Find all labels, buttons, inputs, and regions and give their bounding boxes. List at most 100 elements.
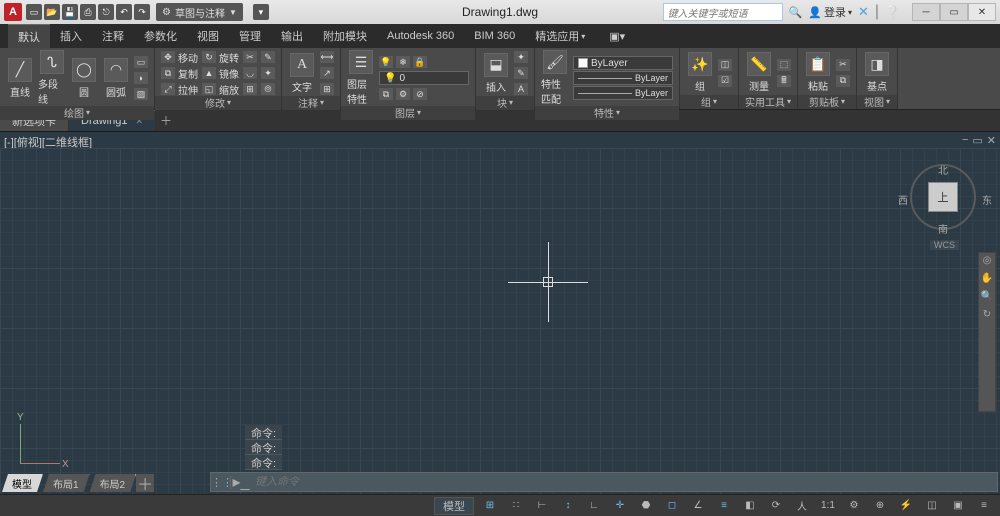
offset-button[interactable]: ⦾ [261,82,275,96]
panel-clip-label[interactable]: 剪贴板▾ [798,95,856,109]
undo-icon[interactable]: ↶ [116,4,132,20]
explode-button[interactable]: ✦ [261,66,275,80]
panel-anno-label[interactable]: 注释▾ [282,96,340,110]
drawing-area[interactable]: [-][俯视][二维线框] − ▭ ✕ Y X 北 南 西 东 上 WCS ◎ … [0,132,1000,494]
wcs-label[interactable]: WCS [930,240,959,250]
move-button[interactable]: ✥移动 [161,50,198,64]
text-button[interactable]: A文字 [288,53,316,94]
help-search[interactable]: 键入关键字或短语 [663,3,783,21]
scale-display[interactable]: 1:1 [818,497,838,515]
matchprop-button[interactable]: 🖌特性匹配 [541,50,569,106]
rect-button[interactable]: ▭ [134,55,148,69]
mirror-button[interactable]: ▲镜像 [202,66,239,80]
lwt-toggle[interactable]: ≡ [714,497,734,515]
layout-model[interactable]: 模型 [2,474,43,492]
erase-button[interactable]: ✎ [261,50,275,64]
grid-toggle[interactable]: ⊞ [480,497,500,515]
panel-layer-label[interactable]: 图层▾ [341,106,475,120]
calc-button[interactable]: 🖩 [777,74,791,88]
tab-output[interactable]: 输出 [271,24,313,48]
layer-dropdown[interactable]: 💡0 [379,71,469,85]
command-input[interactable] [251,476,997,488]
tab-bim360[interactable]: BIM 360 [464,24,525,48]
group-button[interactable]: ✨组 [686,52,714,93]
close-button[interactable]: ✕ [968,3,996,21]
panel-group-label[interactable]: 组▾ [680,95,738,109]
tab-manage[interactable]: 管理 [229,24,271,48]
grid-canvas[interactable] [0,148,1000,494]
saveas-icon[interactable]: ⎙ [80,4,96,20]
trim-button[interactable]: ✂ [243,50,257,64]
pan-icon[interactable]: ✋ [980,273,994,287]
tab-view[interactable]: 视图 [187,24,229,48]
steering-wheel-icon[interactable]: ◎ [980,255,994,269]
cleanscreen-toggle[interactable]: ▣ [948,497,968,515]
add-doc-button[interactable]: ＋ [156,110,176,131]
qat-more-icon[interactable]: ▾ [253,4,269,20]
panel-util-label[interactable]: 实用工具▾ [739,95,797,109]
polar-toggle[interactable]: ✛ [610,497,630,515]
orbit-icon[interactable]: ↻ [980,309,994,323]
insert-button[interactable]: ⬓插入 [482,53,510,94]
tab-a360[interactable]: Autodesk 360 [377,24,464,48]
new-icon[interactable]: ▭ [26,4,42,20]
customize-button[interactable]: ≡ [974,497,994,515]
hatch-button[interactable]: ▨ [134,87,148,101]
layerprops-button[interactable]: ☰图层特性 [347,50,375,106]
help-icon[interactable]: ❔ [885,5,900,19]
ellipse-button[interactable]: ◗ [134,71,148,85]
paste-button[interactable]: 📋粘贴 [804,52,832,93]
open-icon[interactable]: 📂 [44,4,60,20]
redo-icon[interactable]: ↷ [134,4,150,20]
dim-button[interactable]: ⟷ [320,50,334,64]
cut-button[interactable]: ✂ [836,58,850,72]
copy-button[interactable]: ⧉复制 [161,66,198,80]
arc-button[interactable]: ◠圆弧 [102,58,130,99]
osnap-toggle[interactable]: ◻ [662,497,682,515]
edit-button[interactable]: ✎ [514,66,528,80]
leader-button[interactable]: ↗ [320,66,334,80]
layermatch-button[interactable]: ⧉⚙⊘ [379,87,469,101]
status-model[interactable]: 模型 [434,497,474,515]
ortho-toggle[interactable]: ∟ [584,497,604,515]
exchange-icon[interactable]: ✕ [858,4,869,20]
isolate-toggle[interactable]: ◫ [922,497,942,515]
maximize-button[interactable]: ▭ [940,3,968,21]
layout-add-button[interactable]: ＋ [136,474,154,492]
tab-default[interactable]: 默认 [8,24,50,48]
tab-parametric[interactable]: 参数化 [134,24,187,48]
panel-prop-label[interactable]: 特性▾ [535,106,679,120]
measure-button[interactable]: 📏测量 [745,52,773,93]
panel-view-label[interactable]: 视图▾ [857,95,897,109]
ws-switch[interactable]: ⚙ [844,497,864,515]
table-button[interactable]: ⊞ [320,82,334,96]
scale-button[interactable]: ◱缩放 [202,82,239,96]
search-icon[interactable]: 🔍 [789,6,803,19]
line-button[interactable]: ╱直线 [6,58,34,99]
vp-max-icon[interactable]: ▭ [972,134,982,147]
cmd-handle-icon[interactable]: ⋮⋮ [211,476,231,489]
tab-featured[interactable]: 精选应用▾ [525,24,595,48]
layeroff-button[interactable]: 💡❄🔒 [379,55,469,69]
panel-modify-label[interactable]: 修改▾ [155,96,281,110]
hardware-toggle[interactable]: ⚡ [896,497,916,515]
attr-button[interactable]: A [514,82,528,96]
select-button[interactable]: ⬚ [777,58,791,72]
rotate-button[interactable]: ↻旋转 [202,50,239,64]
color-dropdown[interactable]: ByLayer [573,56,673,70]
tab-insert[interactable]: 插入 [50,24,92,48]
navigation-bar[interactable]: ◎ ✋ 🔍 ↻ [978,252,996,412]
vp-min-icon[interactable]: − [962,134,968,147]
create-button[interactable]: ✦ [514,50,528,64]
polyline-button[interactable]: ᔐ多段线 [38,50,66,106]
tab-addins[interactable]: 附加模块 [313,24,377,48]
circle-button[interactable]: ◯圆 [70,58,98,99]
layout-2[interactable]: 布局2 [90,474,137,492]
array-button[interactable]: ⊞ [243,82,257,96]
workspace-dropdown[interactable]: ⚙ 草图与注释 ▼ [156,3,243,21]
infer-toggle[interactable]: ⊢ [532,497,552,515]
transparency-toggle[interactable]: ◧ [740,497,760,515]
linetype-dropdown[interactable]: ByLayer [573,86,673,100]
login-button[interactable]: 👤 登录 ▾ [808,4,852,20]
panel-draw-label[interactable]: 绘图▾ [0,106,154,120]
